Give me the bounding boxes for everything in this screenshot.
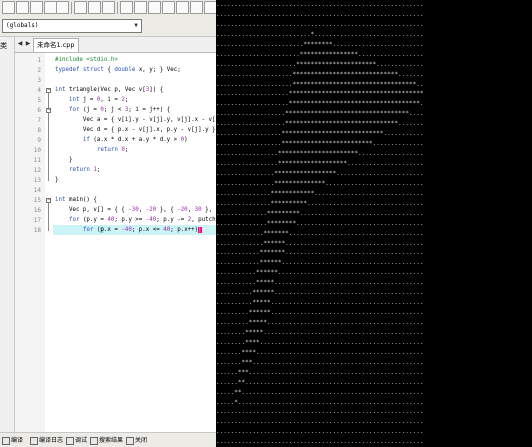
line-number: 2 xyxy=(37,67,41,74)
code-line: Vec d = { p.x - v[j].x, p.y - v[j].y }; xyxy=(55,127,216,133)
line-number: 3 xyxy=(37,77,41,84)
code-line: for (p.y = 40; p.y >= -40; p.y -= 2, put… xyxy=(68,217,216,223)
compile-run-icon[interactable] xyxy=(102,1,115,14)
fold-guide xyxy=(48,203,49,231)
code-line: int j = 0, i = 2; xyxy=(68,97,129,103)
fold-column: − − − xyxy=(45,53,53,432)
line-number-gutter: 1 2 3 4 5 6 7 8 9 10 11 12 13 14 15 16 17 18 xyxy=(15,53,46,432)
debug-tab[interactable]: 调试 xyxy=(66,433,87,447)
chevron-left-icon[interactable]: ◀ xyxy=(16,39,24,49)
line-number: 5 xyxy=(37,97,41,104)
code-line: if (a.x * d.x + a.y * d.y > 0) xyxy=(82,137,188,143)
line-number: 12 xyxy=(33,167,41,174)
code-line: } xyxy=(55,177,59,183)
compile-log-tab[interactable]: 编译日志 xyxy=(30,433,63,447)
line-number: 8 xyxy=(37,127,41,134)
class-browser-tab[interactable]: 类 xyxy=(0,39,14,53)
line-number: 4 xyxy=(37,87,41,94)
compiler-tab-label: 编译 xyxy=(11,437,24,444)
code-line: return 0; xyxy=(96,147,129,153)
line-number: 15 xyxy=(33,197,41,204)
open-file-icon[interactable] xyxy=(16,1,29,14)
code-line: int main() { xyxy=(55,197,97,203)
check-icon[interactable] xyxy=(176,1,189,14)
chevron-right-icon[interactable]: ▶ xyxy=(24,39,32,49)
debug-tab-icon xyxy=(66,436,74,445)
compile-icon[interactable] xyxy=(74,1,87,14)
line-number: 7 xyxy=(37,117,41,124)
editor-tab-bar: ◀ ▶ 未命名1.cpp xyxy=(15,37,216,53)
close-panel-icon xyxy=(126,436,134,445)
code-line: for (j = 0; j < 3; i = j++) { xyxy=(68,107,171,113)
class-browser-panel: 类 xyxy=(0,37,15,432)
compiler-tab[interactable]: 编译 xyxy=(2,433,23,447)
search-results-tab-label: 搜索结果 xyxy=(99,437,124,444)
grid-icon[interactable] xyxy=(162,1,175,14)
chart-icon[interactable] xyxy=(148,1,161,14)
redo-icon[interactable] xyxy=(56,1,69,14)
ide-window: (globals) ▼ 类 ◀ ▶ 未命名1.cpp 1 2 3 4 5 6 7 8 9 10 11… xyxy=(0,0,216,447)
log-icon xyxy=(30,436,38,445)
line-number: 13 xyxy=(33,177,41,184)
bottom-panel-tabs: 编译 编译日志 调试 搜索结果 关闭 xyxy=(0,432,216,447)
toolbar-separator xyxy=(71,2,72,14)
line-number: 9 xyxy=(37,137,41,144)
code-line: } xyxy=(55,157,73,163)
scope-bar: (globals) ▼ xyxy=(0,17,216,37)
search-icon xyxy=(90,436,98,445)
code-line: typedef struct { double x, y; } Vec; xyxy=(55,67,181,73)
compile-log-tab-label: 编译日志 xyxy=(39,437,64,444)
code-line: Vec p, v[] = { { -30, -20 }, { -20, 30 }… xyxy=(55,207,216,213)
toolbar-separator xyxy=(117,2,118,14)
line-number: 11 xyxy=(33,157,41,164)
debug-tab-label: 调试 xyxy=(75,437,88,444)
line-number: 10 xyxy=(33,147,41,154)
code-line: for (p.x = -40; p.x <= 40; p.x++)| xyxy=(82,227,202,233)
line-number: 18 xyxy=(33,227,41,234)
code-line: int triangle(Vec p, Vec v[3]) { xyxy=(55,87,164,93)
save-icon[interactable] xyxy=(30,1,43,14)
file-tab[interactable]: 未命名1.cpp xyxy=(33,38,79,52)
compiler-icon xyxy=(2,436,10,445)
search-results-tab[interactable]: 搜索结果 xyxy=(90,433,123,447)
chevron-down-icon[interactable]: ▼ xyxy=(131,20,141,32)
console-output: ........................................… xyxy=(216,1,424,446)
close-panel-tab[interactable]: 关闭 xyxy=(126,433,147,447)
console-window: ........................................… xyxy=(216,0,532,447)
line-number: 14 xyxy=(33,187,41,194)
scope-dropdown[interactable]: (globals) ▼ xyxy=(2,19,142,33)
run-icon[interactable] xyxy=(88,1,101,14)
debug-icon[interactable] xyxy=(120,1,133,14)
code-editor[interactable]: 1 2 3 4 5 6 7 8 9 10 11 12 13 14 15 16 17 18 − − − #include… xyxy=(15,53,216,432)
code-line: #include <stdio.h> xyxy=(55,57,118,63)
code-line: Vec a = { v[i].y - v[j].y, v[j].x - v[i]… xyxy=(82,117,216,123)
line-number: 1 xyxy=(37,57,41,64)
fold-guide xyxy=(48,113,49,161)
line-number: 17 xyxy=(33,217,41,224)
toolbar xyxy=(0,0,216,18)
line-number: 6 xyxy=(37,107,41,114)
code-line: return 1; xyxy=(68,167,101,173)
line-number: 16 xyxy=(33,207,41,214)
scope-dropdown-value: (globals) xyxy=(6,22,39,29)
close-panel-tab-label: 关闭 xyxy=(135,437,148,444)
step-icon[interactable] xyxy=(134,1,147,14)
new-file-icon[interactable] xyxy=(2,1,15,14)
window-icon[interactable] xyxy=(190,1,203,14)
close-icon[interactable] xyxy=(204,1,216,14)
